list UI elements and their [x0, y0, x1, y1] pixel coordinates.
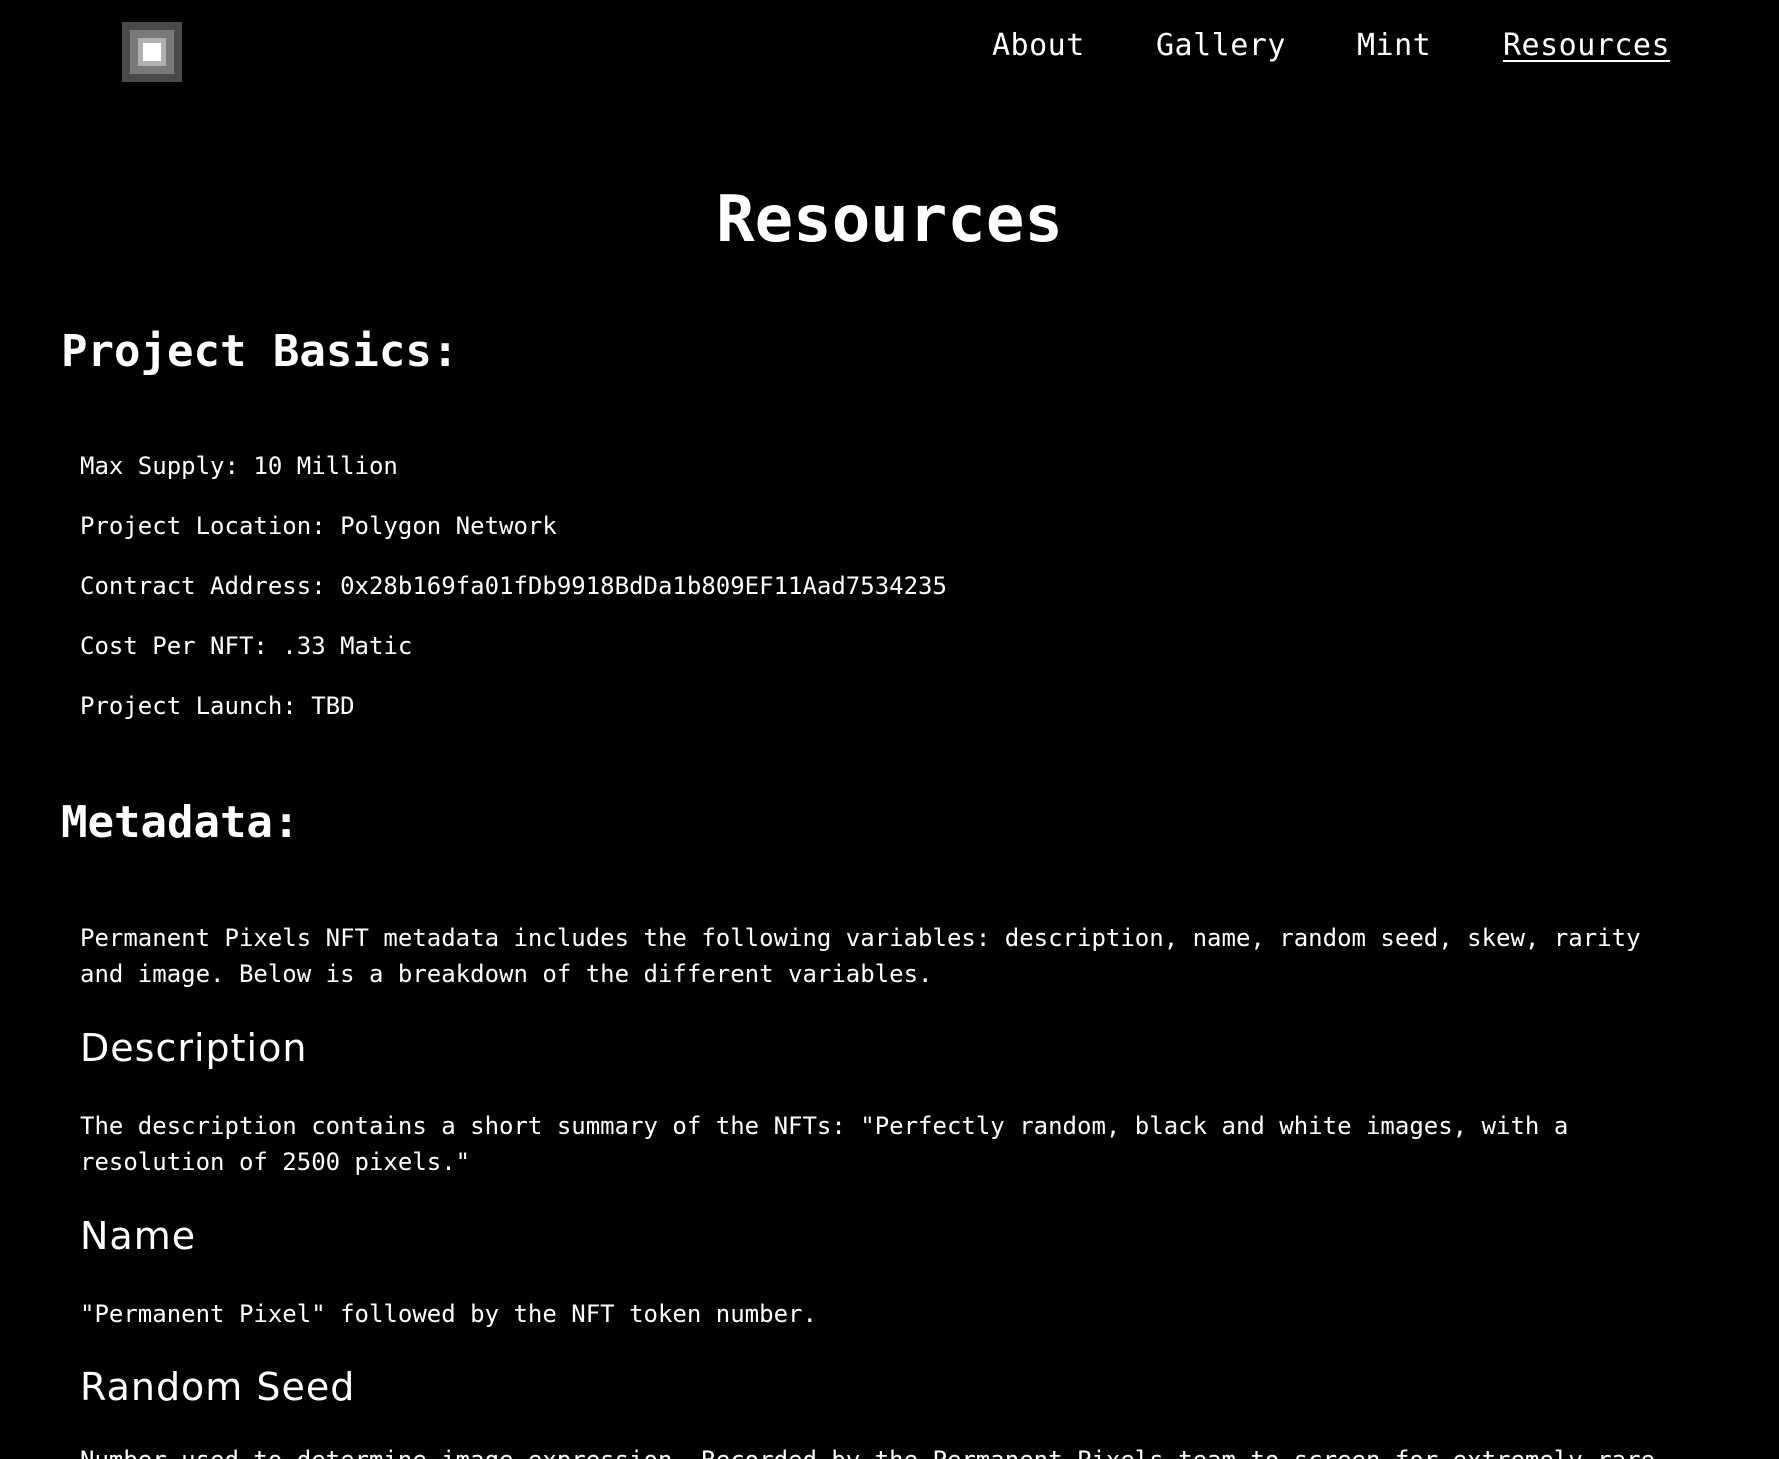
name-subheading: Name	[80, 1214, 197, 1258]
metadata-intro-text: Permanent Pixels NFT metadata includes t…	[80, 924, 1641, 988]
metadata-heading: Metadata:	[61, 797, 300, 848]
contract-address-text: Contract Address: 0x28b169fa01fDb9918BdD…	[80, 572, 947, 600]
top-navigation: About Gallery Mint Resources	[0, 0, 1779, 100]
description-body-text: The description contains a short summary…	[80, 1112, 1569, 1176]
project-launch-text: Project Launch: TBD	[80, 692, 355, 720]
random-seed-body-text: Number used to determine image expressio…	[80, 1442, 1655, 1459]
nav-link-mint[interactable]: Mint	[1357, 26, 1431, 66]
description-subheading: Description	[80, 1026, 308, 1070]
max-supply-text: Max Supply: 10 Million	[80, 452, 398, 480]
nav-link-gallery[interactable]: Gallery	[1156, 26, 1286, 66]
nav-link-resources[interactable]: Resources	[1503, 26, 1670, 66]
random-seed-subheading: Random Seed	[80, 1365, 356, 1409]
project-basics-heading: Project Basics:	[61, 326, 459, 377]
logo-icon[interactable]	[122, 22, 182, 82]
nav-link-about[interactable]: About	[992, 26, 1085, 66]
project-location-text: Project Location: Polygon Network	[80, 512, 557, 540]
page-title: Resources	[716, 183, 1063, 257]
cost-per-nft-text: Cost Per NFT: .33 Matic	[80, 632, 413, 660]
name-body-text: "Permanent Pixel" followed by the NFT to…	[80, 1300, 817, 1328]
